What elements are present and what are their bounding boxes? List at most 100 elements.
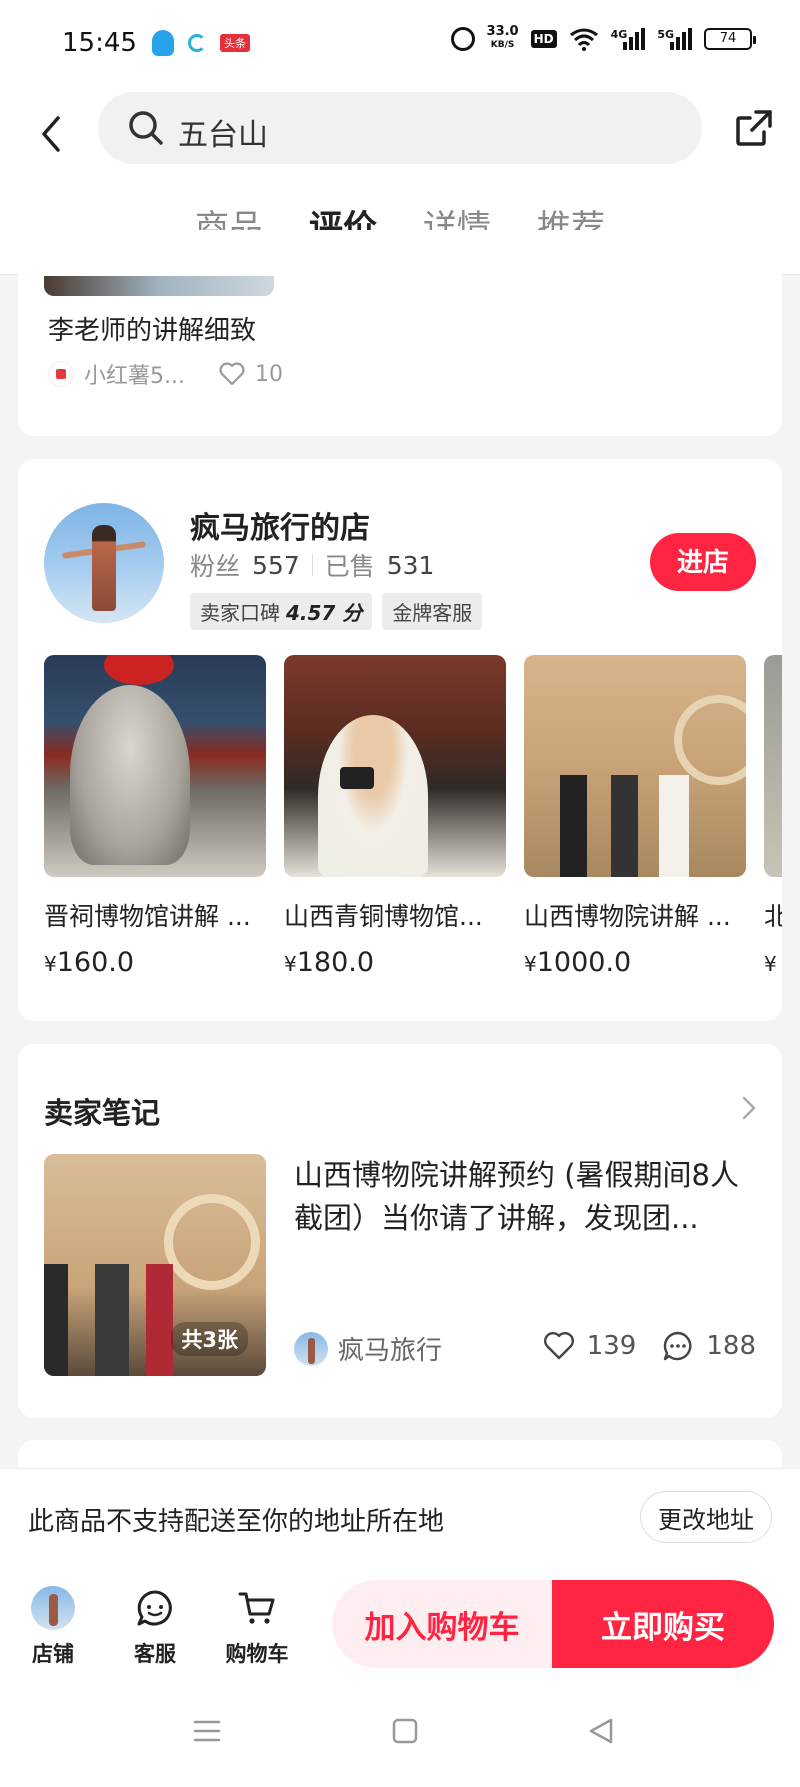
signal-4g-icon: 4G [610, 27, 646, 50]
product-image [764, 655, 782, 877]
rating-score: 4.57 分 [286, 601, 363, 625]
sold-count: 531 [386, 550, 435, 580]
menu-icon[interactable] [192, 1716, 222, 1746]
product-name: 山西博物院讲解 ... [524, 902, 731, 931]
fans-label: 粉丝 [190, 552, 241, 581]
currency-symbol: ¥ [284, 952, 297, 976]
comment-icon [664, 1331, 692, 1361]
review-card[interactable]: 李老师的讲解细致 小红薯5... 10 [18, 230, 782, 436]
search-bar[interactable]: 五台山 [98, 92, 702, 164]
sync-icon [188, 34, 206, 52]
currency-symbol: ¥ [764, 952, 777, 976]
signal-4g-label: 4G [610, 27, 628, 41]
search-query: 五台山 [178, 118, 268, 153]
product-price: ¥ [764, 947, 782, 978]
cart-nav-label: 购物车 [225, 1642, 289, 1666]
net-speed: 33.0 KB/S [486, 24, 519, 51]
cart-nav-button[interactable]: 购物车 [222, 1584, 292, 1668]
shop-avatar[interactable] [44, 503, 164, 623]
notification-icons: 头条 [152, 30, 250, 56]
product-image [524, 655, 746, 877]
product-price: ¥160.0 [44, 947, 266, 978]
heart-icon [543, 1332, 574, 1360]
comments-count: 188 [706, 1331, 756, 1361]
image-count-badge: 共3张 [171, 1322, 248, 1356]
add-to-cart-button[interactable]: 加入购物车 [332, 1580, 552, 1668]
currency-symbol: ¥ [44, 952, 57, 976]
net-speed-unit: KB/S [490, 40, 515, 50]
enter-shop-button[interactable]: 进店 [650, 533, 756, 591]
product-name: 山西青铜博物馆... [284, 902, 483, 931]
customer-service-button[interactable]: 客服 [120, 1584, 190, 1668]
search-icon [129, 111, 163, 145]
cart-icon [238, 1592, 275, 1624]
battery-icon: 74 [704, 27, 756, 50]
shop-nav-label: 店铺 [32, 1642, 74, 1666]
shop-products: 晋祠博物馆讲解 ... ¥160.0 山西青铜博物馆... ¥180.0 山西博… [44, 655, 782, 978]
wifi-icon [569, 28, 598, 51]
hd-icon: HD [530, 29, 557, 48]
product-name: 北 [764, 902, 782, 931]
note-author[interactable]: 疯马旅行 [294, 1330, 442, 1367]
author-avatar [294, 1331, 328, 1366]
currency-symbol: ¥ [524, 952, 537, 976]
review-image[interactable] [44, 276, 274, 296]
price-value: 1000.0 [536, 947, 632, 978]
shop-name[interactable]: 疯马旅行的店 [190, 503, 370, 547]
heart-icon[interactable] [219, 362, 245, 386]
product-card[interactable]: 北 ¥ [764, 655, 782, 978]
product-card[interactable]: 晋祠博物馆讲解 ... ¥160.0 [44, 655, 266, 978]
net-speed-value: 33.0 [486, 24, 519, 39]
shop-card: 疯马旅行的店 粉丝 557 已售 531 卖家口碑 4.57 分 金牌客服 进店 … [18, 459, 782, 1021]
reviewer-avatar [48, 361, 74, 387]
rating-badge: 卖家口碑 4.57 分 [190, 593, 373, 630]
note-title[interactable]: 山西博物院讲解预约 (暑假期间8人截团）当你请了讲解，发现团... [294, 1154, 754, 1240]
change-address-button[interactable]: 更改地址 [640, 1491, 772, 1543]
seller-notes-card[interactable]: 卖家笔记 共3张 山西博物院讲解预约 (暑假期间8人截团）当你请了讲解，发现团.… [18, 1044, 782, 1418]
rating-label: 卖家口碑 [200, 601, 280, 625]
customer-service-label: 客服 [134, 1642, 176, 1666]
service-badge: 金牌客服 [382, 593, 483, 630]
product-card[interactable]: 山西青铜博物馆... ¥180.0 [284, 655, 506, 978]
signal-5g-icon: 5G [657, 27, 692, 50]
shop-badges: 卖家口碑 4.57 分 金牌客服 [190, 593, 483, 630]
alarm-icon [450, 26, 475, 51]
chat-bubble-icon [137, 1590, 172, 1626]
shop-avatar-icon [31, 1586, 75, 1630]
note-stats: 139 188 [543, 1330, 756, 1362]
review-meta: 小红薯5... 10 [48, 358, 283, 390]
status-bar: 15:45 头条 33.0 KB/S HD 4G 5G 74 [0, 0, 800, 90]
review-likes: 10 [254, 361, 283, 387]
back-icon[interactable] [586, 1716, 616, 1746]
buy-now-button[interactable]: 立即购买 [552, 1580, 774, 1668]
product-image [284, 655, 506, 877]
likes-count: 139 [586, 1331, 637, 1361]
fans-count: 557 [252, 550, 300, 580]
note-likes[interactable]: 139 [543, 1331, 637, 1361]
author-name: 疯马旅行 [338, 1336, 443, 1366]
product-image [44, 655, 266, 877]
chevron-right-icon[interactable] [740, 1094, 758, 1122]
product-name: 晋祠博物馆讲解 ... [44, 902, 251, 931]
sold-label: 已售 [324, 552, 375, 581]
toutiao-icon: 头条 [220, 34, 250, 52]
product-price: ¥180.0 [284, 947, 506, 978]
delivery-notice: 此商品不支持配送至你的地址所在地 更改地址 [0, 1468, 800, 1566]
delivery-message: 此商品不支持配送至你的地址所在地 [28, 1507, 445, 1537]
note-comments[interactable]: 188 [662, 1330, 756, 1362]
stats-divider [311, 554, 313, 576]
share-icon[interactable] [734, 108, 774, 148]
signal-5g-label: 5G [657, 27, 674, 41]
shop-stats: 粉丝 557 已售 531 [190, 547, 434, 583]
shop-nav-button[interactable]: 店铺 [18, 1584, 88, 1668]
note-image[interactable]: 共3张 [44, 1154, 266, 1376]
reviewer-name: 小红薯5... [84, 364, 185, 389]
system-indicators: 33.0 KB/S HD 4G 5G 74 [450, 24, 756, 51]
bottom-action-bar: 店铺 客服 购物车 加入购物车 立即购买 [0, 1566, 800, 1686]
product-card[interactable]: 山西博物院讲解 ... ¥1000.0 [524, 655, 746, 978]
home-icon[interactable] [390, 1716, 420, 1746]
clock: 15:45 [62, 28, 137, 58]
review-text: 李老师的讲解细致 [48, 316, 257, 346]
back-arrow-icon[interactable] [36, 114, 66, 154]
qq-icon [152, 30, 174, 56]
